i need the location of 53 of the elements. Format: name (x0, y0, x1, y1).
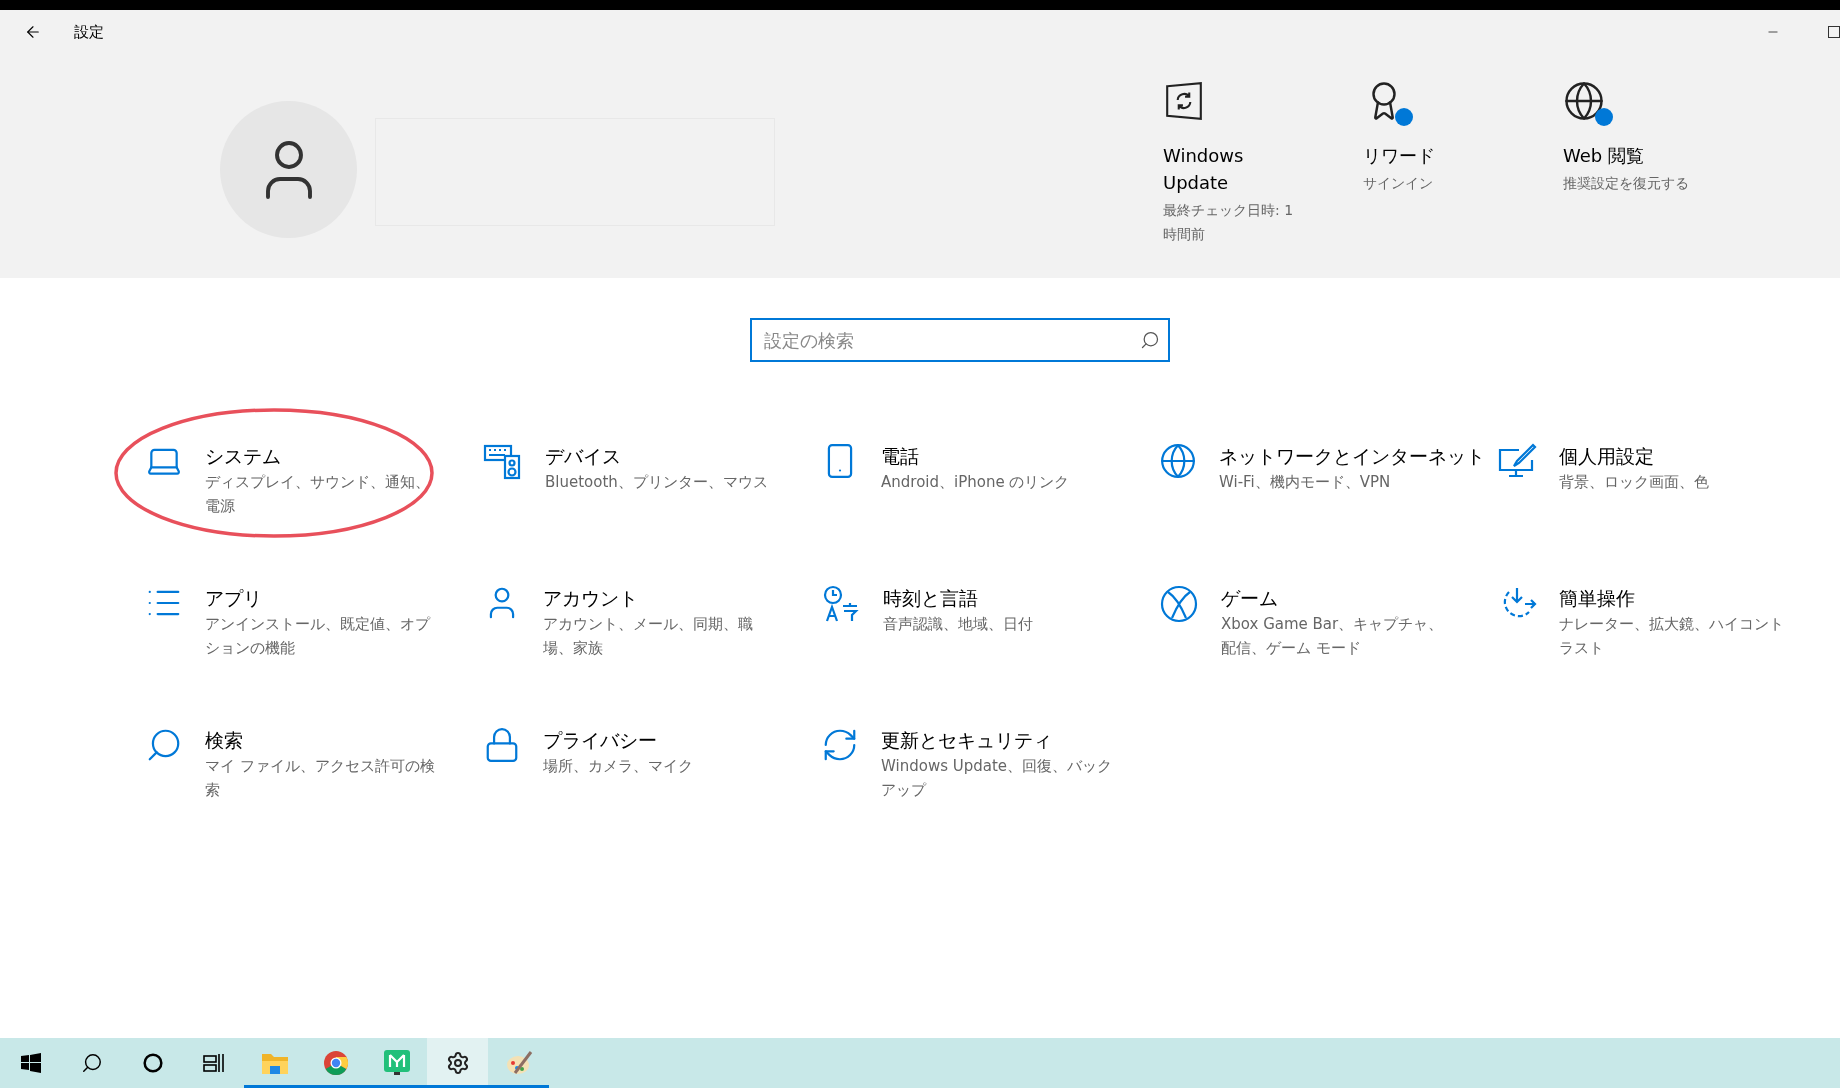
category-description: マイ ファイル、アクセス許可の検索 (205, 756, 436, 801)
category-description: Bluetooth、プリンター、マウス (545, 472, 769, 493)
header-link-description: 推奨設定を復元する (1563, 174, 1690, 193)
taskbar-button[interactable] (427, 1038, 488, 1088)
task-view-icon (202, 1053, 225, 1073)
category-description: 音声認識、地域、日付 (883, 614, 1034, 635)
category-description: 背景、ロック画面、色 (1559, 472, 1710, 493)
category-title[interactable]: アカウント (543, 584, 779, 612)
header-link-title[interactable]: リワード (1363, 142, 1473, 169)
header-icon[interactable] (1563, 80, 1611, 128)
category-description: ナレーター、拡大鏡、ハイコントラスト (1559, 614, 1785, 659)
category-title[interactable]: 電話 (881, 442, 1117, 470)
search-field[interactable]: 設定の検索 (750, 318, 1170, 362)
restore-icon (1828, 26, 1840, 38)
category-title[interactable]: プライバシー (543, 726, 779, 754)
keyboard-speaker-icon (483, 442, 523, 482)
category-title[interactable]: システム (205, 442, 441, 470)
palette-brush-icon (504, 1049, 533, 1077)
globe-icon (1563, 80, 1605, 122)
header-link-title[interactable]: Web 閲覧 (1563, 142, 1673, 169)
category-description: アンインストール、既定値、オプションの機能 (205, 614, 432, 659)
xbox-icon (1159, 584, 1199, 624)
search-icon (80, 1052, 103, 1074)
app-logo-icon (382, 1049, 411, 1077)
category-title[interactable]: 更新とセキュリティ (881, 726, 1117, 754)
header-link-title[interactable]: Windows Update (1163, 142, 1273, 196)
category-title[interactable]: 時刻と言語 (883, 584, 1119, 612)
circle-icon (142, 1053, 163, 1073)
category-title[interactable]: 簡単操作 (1559, 584, 1795, 612)
header-link-description: 最終チェック日時: 1 時間前 (1163, 201, 1295, 244)
category-description: Windows Update、回復、バックアップ (881, 756, 1114, 801)
category-title[interactable]: 検索 (205, 726, 441, 754)
search-icon (1140, 330, 1160, 350)
header-link-description: サインイン (1363, 174, 1434, 193)
category-title[interactable]: デバイス (545, 442, 781, 470)
category-description: 場所、カメラ、マイク (543, 756, 694, 777)
browser-logo-icon (322, 1050, 349, 1076)
window-title: 設定 (74, 22, 104, 42)
category-description: Android、iPhone のリンク (881, 472, 1071, 493)
category-title[interactable]: 個人用設定 (1559, 442, 1795, 470)
category-description: Xbox Game Bar、キャプチャ、配信、ゲーム モード (1221, 614, 1445, 659)
windows-logo-icon (20, 1053, 41, 1073)
globe-icon (1159, 442, 1197, 480)
folder-icon (260, 1051, 289, 1075)
category-title[interactable]: アプリ (205, 584, 441, 612)
category-description: Wi-Fi、機内モード、VPN (1219, 472, 1392, 493)
settings-icon (445, 1051, 470, 1075)
category-title[interactable]: ネットワークとインターネット (1219, 442, 1485, 470)
clock-language-icon (821, 584, 861, 624)
category-description: ディスプレイ、サウンド、通知、電源 (205, 472, 431, 517)
category-title[interactable]: ゲーム (1221, 584, 1457, 612)
update-window-icon (1163, 80, 1205, 122)
category-description: アカウント、メール、同期、職場、家族 (543, 614, 754, 659)
